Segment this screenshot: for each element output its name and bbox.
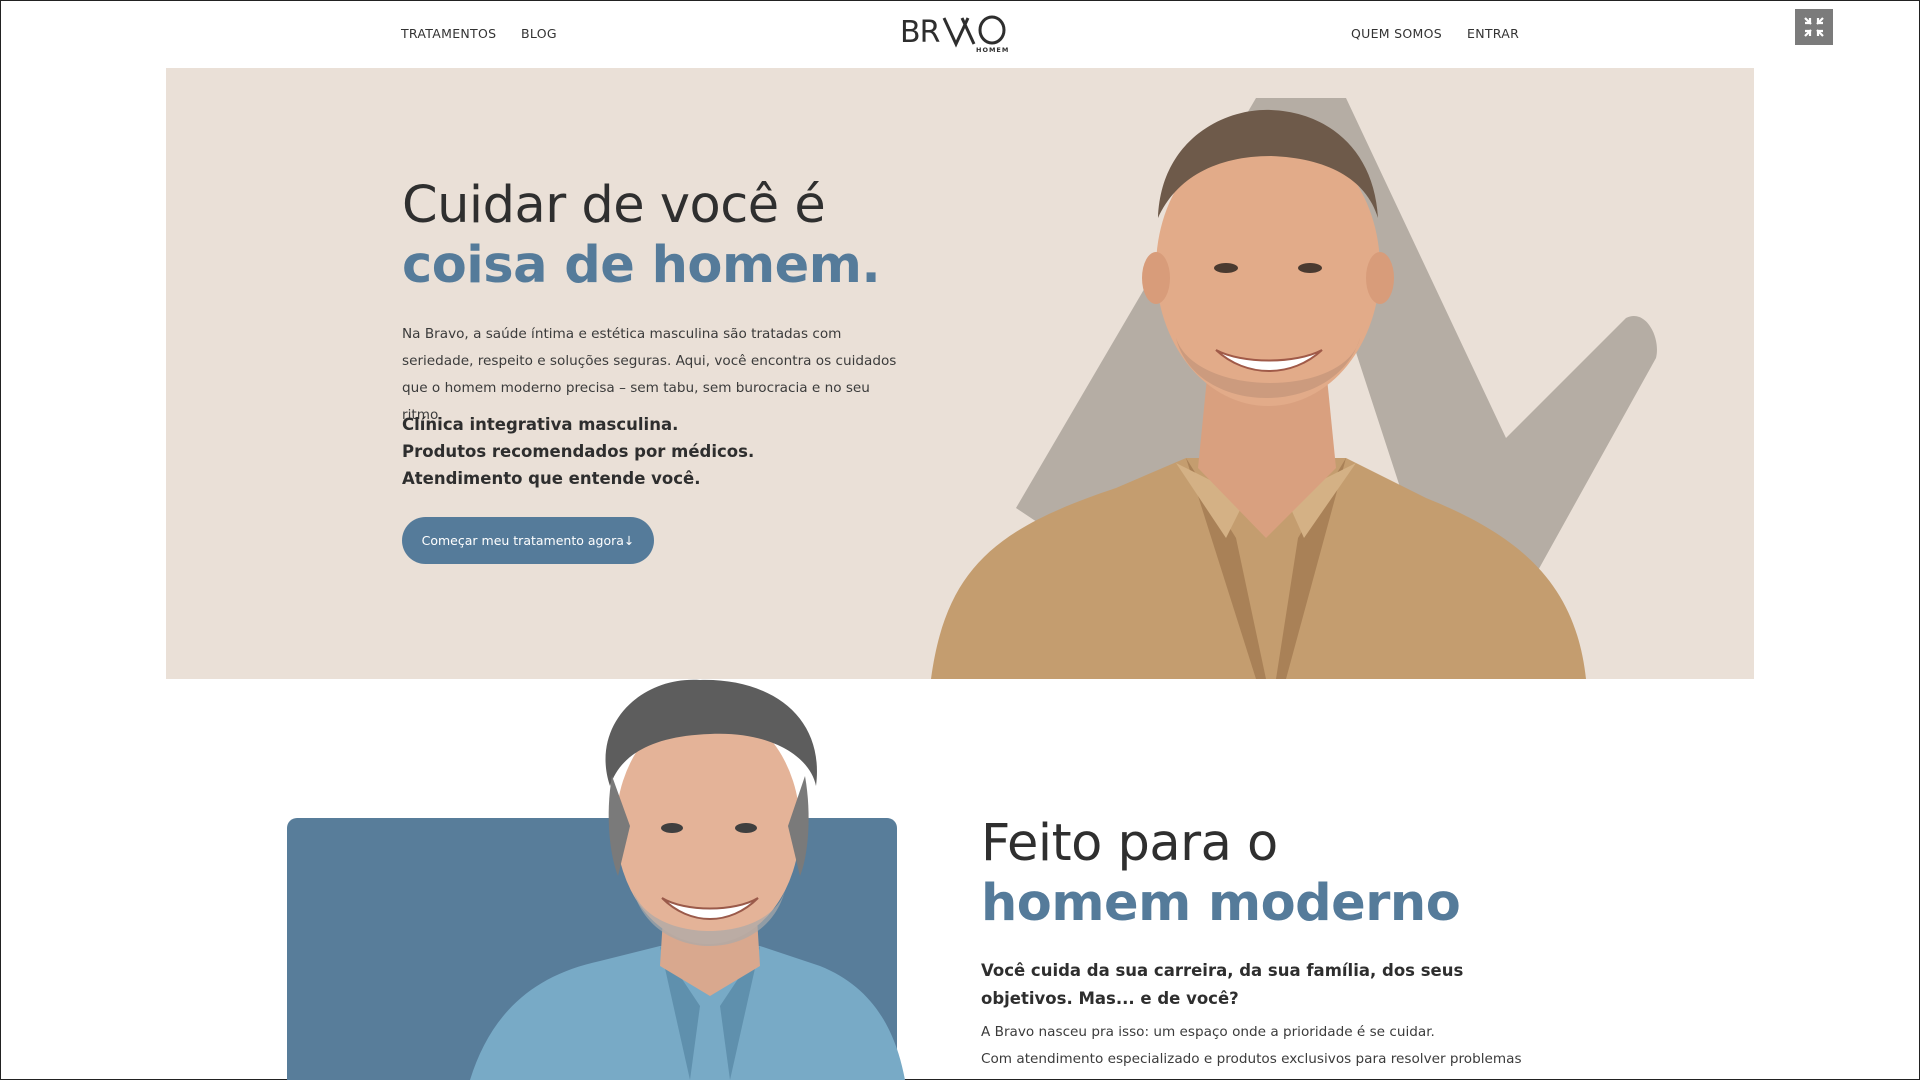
hero-bullets: Clínica integrativa masculina. Produtos …: [402, 411, 754, 492]
modern-man-title: Feito para o homem moderno: [981, 814, 1461, 934]
paragraph-line: Com atendimento especializado e produtos…: [981, 1051, 1522, 1067]
hero-title-line1: Cuidar de você é: [402, 176, 826, 235]
modern-man-title-line1: Feito para o: [981, 814, 1278, 873]
exit-fullscreen-icon: [1804, 17, 1824, 37]
hero-bullet: Clínica integrativa masculina.: [402, 415, 679, 434]
top-navigation: TRATAMENTOS BLOG BR HOMEM QUEM SOMOS ENT…: [0, 0, 1920, 68]
logo-subtitle: HOMEM: [976, 46, 1010, 54]
modern-man-lead: Você cuida da sua carreira, da sua famíl…: [981, 961, 1464, 1008]
second-man-image: [470, 679, 905, 1080]
hero-section: Cuidar de você é coisa de homem. Na Brav…: [166, 68, 1754, 679]
nav-link-tratamentos[interactable]: TRATAMENTOS: [401, 26, 496, 41]
nav-link-quem-somos[interactable]: QUEM SOMOS: [1351, 26, 1442, 41]
modern-man-title-accent: homem moderno: [981, 874, 1461, 933]
start-treatment-button[interactable]: Começar meu tratamento agora↓: [402, 517, 654, 564]
hero-title: Cuidar de você é coisa de homem.: [402, 176, 881, 296]
hero-title-accent: coisa de homem.: [402, 236, 881, 295]
paragraph-line: A Bravo nasceu pra isso: um espaço onde …: [981, 1024, 1435, 1040]
bravo-logo[interactable]: BR HOMEM: [900, 14, 1008, 54]
hero-man-image: [931, 98, 1657, 679]
svg-text:BR: BR: [900, 15, 940, 50]
nav-link-blog[interactable]: BLOG: [521, 26, 557, 41]
nav-link-entrar[interactable]: ENTRAR: [1467, 26, 1519, 41]
modern-man-paragraph: A Bravo nasceu pra isso: um espaço onde …: [981, 1019, 1541, 1073]
hero-bullet: Produtos recomendados por médicos.: [402, 442, 755, 461]
hero-bullet: Atendimento que entende você.: [402, 469, 701, 488]
exit-fullscreen-button[interactable]: [1795, 9, 1833, 45]
